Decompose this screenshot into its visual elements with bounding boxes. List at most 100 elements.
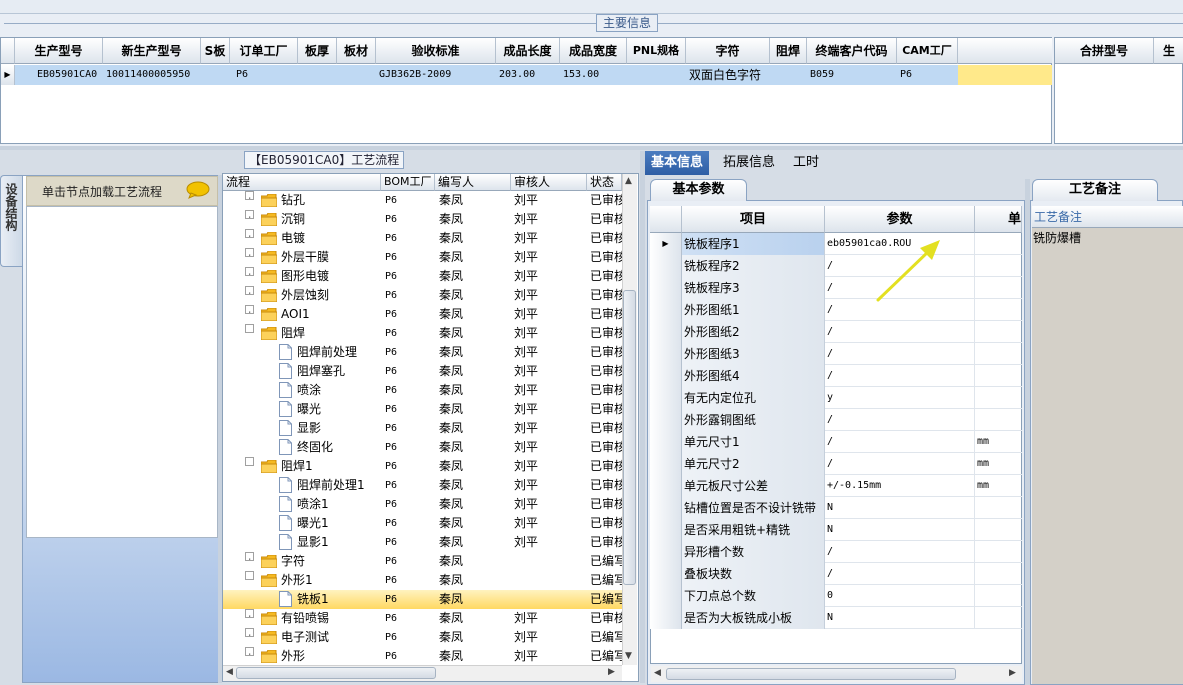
expand-icon[interactable]: + — [245, 286, 254, 295]
param-row[interactable]: 单元尺寸2/mm — [650, 453, 1022, 475]
tree-row[interactable]: 阻焊前处理1 P6 秦凤 刘平 已审核 — [223, 476, 622, 495]
param-value[interactable]: / — [825, 541, 975, 563]
tree-row[interactable]: 喷涂 P6 秦凤 刘平 已审核 — [223, 381, 622, 400]
col-header[interactable]: 项目 — [682, 206, 825, 233]
param-row[interactable]: 有无内定位孔 y — [650, 387, 1022, 409]
scroll-up-icon[interactable]: ▲ — [625, 176, 632, 186]
tree-hscroll-thumb[interactable] — [236, 667, 436, 679]
scroll-left-icon[interactable]: ◀ — [654, 668, 661, 678]
param-row[interactable]: 叠板块数 / — [650, 563, 1022, 585]
tree-row[interactable]: + 电子测试 P6 秦凤 刘平 已编写 — [223, 628, 622, 647]
scroll-down-icon[interactable]: ▼ — [625, 651, 632, 661]
col-header[interactable]: 流程 — [223, 174, 381, 191]
expand-icon[interactable]: + — [245, 267, 254, 276]
col-header[interactable]: 订单工厂 — [230, 38, 298, 64]
param-row[interactable]: 外形图纸4/ — [650, 365, 1022, 387]
param-row[interactable]: 是否为大板铣成小板 N — [650, 607, 1022, 629]
col-header[interactable]: 成品长度 — [496, 38, 560, 64]
param-row[interactable]: 单元尺寸1/mm — [650, 431, 1022, 453]
tree-row[interactable]: 曝光1 P6 秦凤 刘平 已审核 — [223, 514, 622, 533]
row-selector[interactable] — [650, 277, 682, 299]
collapse-icon[interactable]: − — [245, 324, 254, 333]
row-selector[interactable] — [650, 299, 682, 321]
scroll-left-icon[interactable]: ◀ — [226, 667, 233, 677]
tree-row[interactable]: 显影 P6 秦凤 刘平 已审核 — [223, 419, 622, 438]
param-value[interactable]: 0 — [825, 585, 975, 607]
middle-splitter[interactable] — [640, 151, 645, 683]
row-selector[interactable] — [650, 607, 682, 629]
expand-icon[interactable]: + — [245, 552, 254, 561]
tree-row[interactable]: 终固化 P6 秦凤 刘平 已审核 — [223, 438, 622, 457]
row-selector[interactable] — [650, 563, 682, 585]
remark-grid[interactable] — [1032, 206, 1183, 684]
col-header[interactable]: 生产型号 — [15, 38, 103, 64]
tab-basic-params[interactable]: 基本参数 — [650, 179, 747, 201]
row-selector[interactable] — [650, 453, 682, 475]
tree-scroll-thumb[interactable] — [623, 290, 636, 585]
col-header[interactable]: 验收标准 — [376, 38, 496, 64]
col-header[interactable]: 编写人 — [435, 174, 511, 191]
col-header[interactable]: 新生产型号 — [103, 38, 201, 64]
tree-row[interactable]: + 外层干膜 P6 秦凤 刘平 已审核 — [223, 248, 622, 267]
col-header[interactable]: S板 — [201, 38, 230, 64]
col-header[interactable]: 板材 — [337, 38, 376, 64]
tree-row[interactable]: + 外形 P6 秦凤 刘平 已编写 — [223, 647, 622, 666]
row-selector[interactable]: ▶ — [650, 233, 682, 255]
tree-row[interactable]: + 字符 P6 秦凤 已编写 — [223, 552, 622, 571]
tree-row[interactable]: − 外形1 P6 秦凤 已编写 — [223, 571, 622, 590]
merge-model-grid[interactable]: 合拼型号 生 — [1054, 37, 1183, 144]
expand-icon[interactable]: + — [245, 609, 254, 618]
row-selector[interactable] — [650, 321, 682, 343]
param-row[interactable]: 钻槽位置是否不设计铣带 N — [650, 497, 1022, 519]
param-value[interactable]: N — [825, 607, 975, 629]
collapse-icon[interactable]: − — [245, 571, 254, 580]
param-value[interactable]: N — [825, 519, 975, 541]
col-header[interactable]: BOM工厂 — [381, 174, 435, 191]
tree-row[interactable]: 曝光 P6 秦凤 刘平 已审核 — [223, 400, 622, 419]
expand-icon[interactable]: + — [245, 191, 254, 200]
tree-row[interactable]: + 有铅喷锡 P6 秦凤 刘平 已审核 — [223, 609, 622, 628]
params-hscroll-thumb[interactable] — [666, 668, 956, 680]
col-header[interactable]: 终端客户代码 — [807, 38, 897, 64]
param-row[interactable]: 铣板程序2/ — [650, 255, 1022, 277]
tree-row[interactable]: 显影1 P6 秦凤 刘平 已审核 — [223, 533, 622, 552]
param-row[interactable]: ▶ 铣板程序1 eb05901ca0.ROU — [650, 233, 1022, 255]
col-header[interactable]: 阻焊 — [770, 38, 807, 64]
tree-row[interactable]: − 阻焊 P6 秦凤 刘平 已审核 — [223, 324, 622, 343]
tree-row[interactable]: − 阻焊1 P6 秦凤 刘平 已审核 — [223, 457, 622, 476]
tree-row[interactable]: 阻焊塞孔 P6 秦凤 刘平 已审核 — [223, 362, 622, 381]
row-selector[interactable] — [650, 431, 682, 453]
param-row[interactable]: 外形露铜图纸 / — [650, 409, 1022, 431]
param-value[interactable]: / — [825, 321, 975, 343]
row-selector[interactable] — [650, 519, 682, 541]
param-value[interactable]: +/-0.15mm — [825, 475, 975, 497]
row-selector[interactable] — [650, 409, 682, 431]
row-selector[interactable] — [650, 585, 682, 607]
col-header[interactable]: PNL规格 — [627, 38, 686, 64]
param-row[interactable]: 单元板尺寸公差 +/-0.15mm mm — [650, 475, 1022, 497]
col-header[interactable]: 单 — [975, 206, 1022, 233]
col-header[interactable]: 合拼型号 — [1055, 38, 1154, 64]
param-value[interactable]: / — [825, 431, 975, 453]
row-selector[interactable] — [650, 387, 682, 409]
col-header[interactable]: 参数 — [825, 206, 975, 233]
row-selector[interactable]: ▶ — [1, 65, 15, 85]
remark-header[interactable]: 工艺备注 — [1032, 206, 1183, 228]
expand-icon[interactable]: + — [245, 647, 254, 656]
tree-row[interactable]: 铣板1 P6 秦凤 已编写 — [223, 590, 622, 609]
param-row[interactable]: 外形图纸3/ — [650, 343, 1022, 365]
param-value[interactable]: / — [825, 409, 975, 431]
param-value[interactable]: / — [825, 343, 975, 365]
tree-row[interactable]: + AOI1 P6 秦凤 刘平 已审核 — [223, 305, 622, 324]
param-value[interactable]: / — [825, 365, 975, 387]
main-info-grid[interactable]: 生产型号 新生产型号 S板 订单工厂 板厚 板材 验收标准 成品长度 成品宽度 … — [0, 37, 1052, 144]
expand-icon[interactable]: + — [245, 628, 254, 637]
scroll-right-icon[interactable]: ▶ — [608, 667, 615, 677]
tree-row[interactable]: + 钻孔 P6 秦凤 刘平 已审核 — [223, 191, 622, 210]
device-structure-list[interactable] — [26, 206, 218, 538]
horizontal-splitter[interactable] — [0, 146, 1183, 150]
col-header[interactable]: 生 — [1154, 38, 1183, 64]
tab-work-hours[interactable]: 工时 — [787, 151, 825, 175]
expand-icon[interactable]: + — [245, 210, 254, 219]
expand-icon[interactable]: + — [245, 305, 254, 314]
